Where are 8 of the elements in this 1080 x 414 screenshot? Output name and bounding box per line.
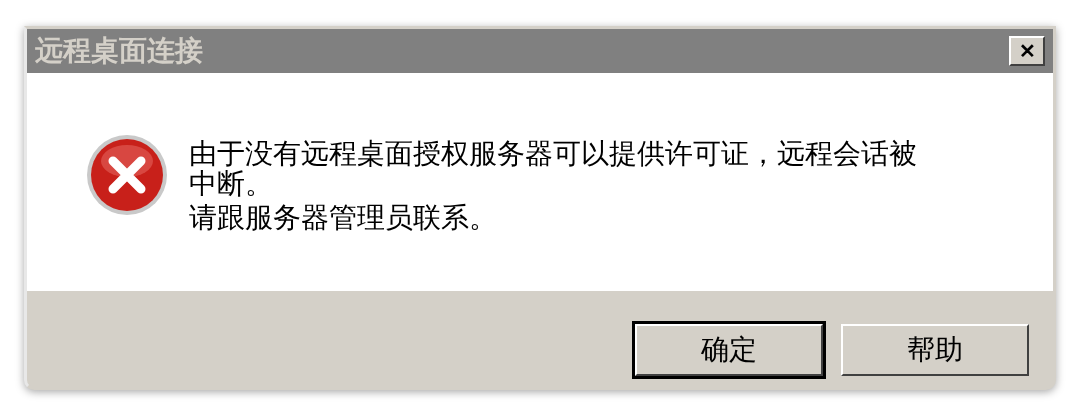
close-button[interactable]: ✕ <box>1009 36 1045 66</box>
message-text: 由于没有远程桌面授权服务器可以提供许可证，远程会话被 <box>189 139 917 169</box>
message-text: 中断。 <box>189 169 274 199</box>
dialog-button[interactable]: 帮助 <box>841 324 1029 376</box>
dialog-button[interactable]: 确定 <box>635 324 823 376</box>
window-title: 远程桌面连接 <box>35 33 203 69</box>
error-icon <box>85 133 169 217</box>
message-text: 请跟服务器管理员联系。 <box>189 203 498 233</box>
